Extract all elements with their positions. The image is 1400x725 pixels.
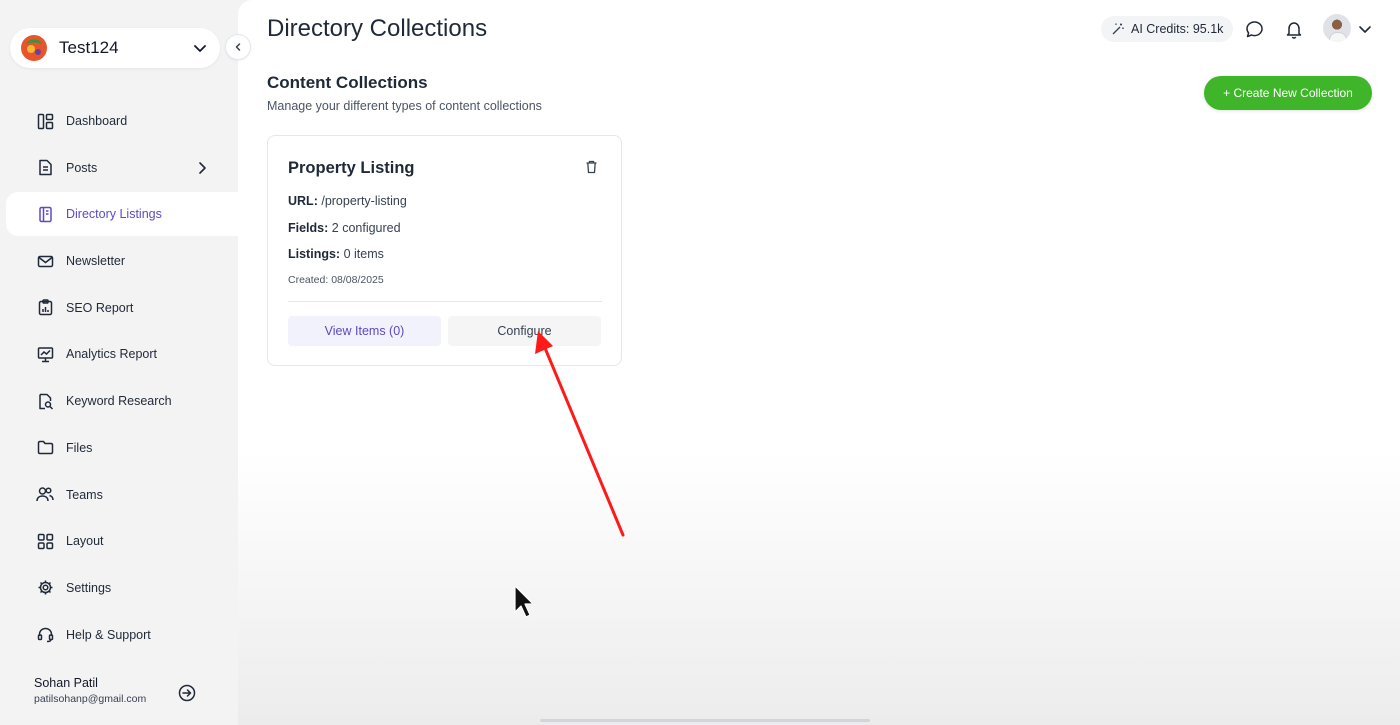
scroll-indicator <box>540 719 870 722</box>
grid-icon <box>36 532 54 550</box>
section-title: Content Collections <box>267 73 428 92</box>
chevron-down-icon[interactable] <box>1358 22 1372 36</box>
sidebar-item-directory-listings[interactable]: Directory Listings <box>6 192 238 237</box>
collection-url: URL: /property-listing <box>288 194 407 208</box>
sidebar-item-label: Dashboard <box>66 114 128 128</box>
configure-button[interactable]: Configure <box>448 316 601 346</box>
sidebar-item-teams[interactable]: Teams <box>6 473 238 517</box>
workspace-name: Test124 <box>59 38 119 57</box>
chevron-left-icon <box>235 43 241 51</box>
collection-fields: Fields: 2 configured <box>288 221 401 235</box>
sidebar-nav: Dashboard Posts Directory Listings Newsl… <box>6 99 238 659</box>
headset-icon <box>36 626 54 644</box>
sidebar-item-newsletter[interactable]: Newsletter <box>6 239 238 283</box>
dashboard-icon <box>36 112 54 130</box>
chat-icon[interactable] <box>1244 19 1264 39</box>
sidebar-item-layout[interactable]: Layout <box>6 519 238 563</box>
sidebar-item-seo-report[interactable]: SEO Report <box>6 286 238 330</box>
collapse-sidebar-button[interactable] <box>225 34 251 60</box>
collection-created-date: Created: 08/08/2025 <box>288 274 384 286</box>
sidebar-item-label: Newsletter <box>66 254 126 269</box>
listings-value: 0 items <box>343 247 384 261</box>
book-icon <box>36 205 54 223</box>
chevron-right-icon <box>194 160 210 176</box>
file-search-icon <box>36 392 54 410</box>
ai-credits-badge[interactable]: AI Credits: 95.1k <box>1101 16 1234 42</box>
page-title: Directory Collections <box>267 15 488 42</box>
sidebar-item-posts[interactable]: Posts <box>6 146 238 190</box>
workspace-logo-icon <box>20 34 48 62</box>
workspace-switcher[interactable]: Test124 <box>10 28 220 68</box>
ai-credits-label: AI Credits: 95.1k <box>1131 22 1224 36</box>
listings-label: Listings: <box>288 247 341 261</box>
url-value: /property-listing <box>321 194 407 208</box>
sidebar-item-analytics-report[interactable]: Analytics Report <box>6 332 238 376</box>
sidebar-item-label: Settings <box>66 580 112 595</box>
sidebar-item-label: Analytics Report <box>66 347 158 362</box>
trash-icon[interactable] <box>585 160 598 174</box>
magic-wand-icon <box>1111 22 1125 36</box>
sidebar-item-label: SEO Report <box>66 300 134 315</box>
section-subtitle: Manage your different types of content c… <box>267 99 542 113</box>
create-new-collection-button[interactable]: + Create New Collection <box>1204 76 1372 110</box>
sidebar-item-label: Directory Listings <box>66 207 162 222</box>
sidebar-item-label: Help & Support <box>66 627 151 642</box>
clipboard-chart-icon <box>36 299 54 317</box>
bell-icon[interactable] <box>1284 19 1304 39</box>
users-icon <box>36 486 54 504</box>
sidebar-item-label: Layout <box>66 534 104 549</box>
sidebar-item-files[interactable]: Files <box>6 426 238 470</box>
monitor-chart-icon <box>36 345 54 363</box>
collection-title: Property Listing <box>288 159 415 177</box>
mail-icon <box>36 252 54 270</box>
collection-card: Property Listing URL: /property-listing … <box>267 135 622 366</box>
sidebar-item-label: Files <box>66 440 93 455</box>
divider <box>288 301 602 302</box>
sidebar-item-label: Posts <box>66 160 98 175</box>
chevron-down-icon <box>192 40 208 56</box>
folder-icon <box>36 439 54 457</box>
main-content: Directory Collections AI Credits: 95.1k … <box>238 0 1400 725</box>
sidebar-item-settings[interactable]: Settings <box>6 566 238 610</box>
sidebar-item-label: Keyword Research <box>66 394 172 409</box>
collection-listings: Listings: 0 items <box>288 247 384 261</box>
sidebar-item-dashboard[interactable]: Dashboard <box>6 99 238 143</box>
sidebar: Test124 Dashboard Posts Directory Listin… <box>0 0 238 725</box>
sidebar-item-keyword-research[interactable]: Keyword Research <box>6 379 238 423</box>
gear-icon <box>36 579 54 597</box>
document-icon <box>36 159 54 177</box>
url-label: URL: <box>288 194 318 208</box>
fields-label: Fields: <box>288 221 329 235</box>
sidebar-item-label: Teams <box>66 487 103 502</box>
logout-icon[interactable] <box>178 684 196 702</box>
avatar[interactable] <box>1323 14 1351 42</box>
sidebar-item-help-support[interactable]: Help & Support <box>6 613 238 657</box>
view-items-button[interactable]: View Items (0) <box>288 316 441 346</box>
fields-value: 2 configured <box>331 221 401 235</box>
